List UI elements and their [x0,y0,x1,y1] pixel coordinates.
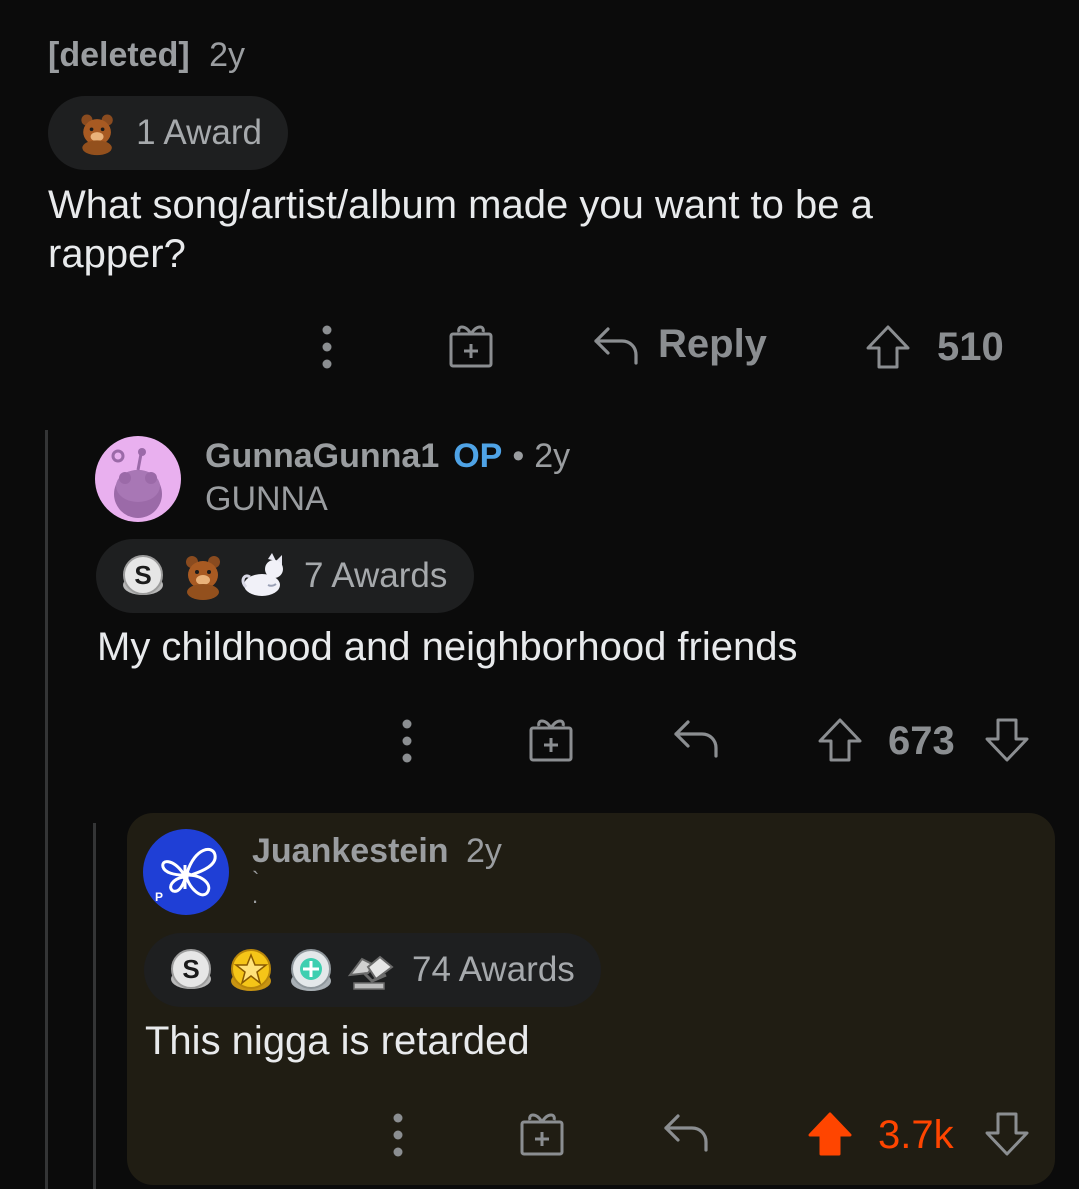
comment-2-more-button[interactable] [390,716,424,766]
thread-line-level-2[interactable] [93,823,96,1189]
silver-award-icon: S [171,949,211,989]
thread-line-level-1[interactable] [45,430,48,1189]
cat-award-icon [241,553,283,596]
comment-1-upvote-button[interactable] [864,324,912,370]
comment-3-award-button[interactable] [518,1108,566,1158]
comment-2-upvote-button[interactable] [816,717,864,763]
comment-3-username[interactable]: Juankestein [252,832,449,870]
comment-2-flair: GUNNA [205,480,328,518]
reply-arrow-icon [664,1114,708,1152]
comment-1-age: 2y [209,36,246,74]
platinum-award-icon [291,949,331,991]
comment-3-age: 2y [465,832,502,870]
comment-3-meta: Juankestein 2y [252,832,502,871]
comment-3-reply-button[interactable] [662,1110,710,1154]
comment-2-awards[interactable]: S 7 Awards [96,539,474,613]
reply-arrow-icon [674,720,718,758]
comment-3-upvote-button[interactable] [806,1111,854,1157]
comment-2-separator: • [512,437,525,475]
comment-2-avatar[interactable] [95,436,181,522]
comment-2-award-button[interactable] [527,714,575,764]
upvote-arrow-icon [866,325,910,369]
comment-3-awards-count: 74 Awards [412,950,575,989]
bear-award-icon [81,114,113,156]
comment-2-op-badge: OP [453,437,503,475]
more-options-icon [322,325,332,369]
comment-1-reply-label: Reply [658,322,767,366]
comment-3-body: This nigga is retarded [145,1019,530,1063]
comment-1-body-line-2: rapper? [48,232,186,276]
more-options-icon [402,719,412,763]
butterfly-avatar-icon: P [155,847,217,904]
comment-2-reply-button[interactable] [672,716,720,760]
comment-1-awards-count: 1 Award [136,113,262,152]
comment-2-age: 2y [534,437,571,475]
handshake-award-icon [347,955,394,990]
comment-3-awards[interactable]: S 74 Awards [144,933,601,1007]
svg-text:S: S [134,560,151,590]
comment-1-body-line-1: What song/artist/album made you want to … [48,183,873,227]
comment-1-meta: [deleted] 2y [48,36,245,75]
comment-2-awards-count: 7 Awards [304,556,448,595]
silver-award-icon: S [123,555,163,595]
comment-2-downvote-button[interactable] [983,717,1031,763]
gift-icon [449,325,493,368]
gift-icon [520,1113,564,1156]
svg-text:P: P [155,890,163,904]
comment-1-username[interactable]: [deleted] [48,36,190,74]
gift-icon [529,719,573,762]
comment-1-awards[interactable]: 1 Award [48,96,288,170]
upvote-arrow-icon [818,718,862,762]
svg-text:S: S [182,954,199,984]
comment-3-more-button[interactable] [381,1110,415,1160]
comment-3-downvote-button[interactable] [983,1111,1031,1157]
comment-2-meta: GunnaGunna1 OP • 2y [205,437,570,476]
comment-3-flair: ` . [252,867,260,908]
bear-award-icon [186,556,220,600]
comment-3-vote-count: 3.7k [878,1113,954,1157]
more-options-icon [393,1113,403,1157]
reply-arrow-icon [594,326,638,365]
gold-star-award-icon [231,949,271,991]
comment-1-more-button[interactable] [310,322,344,372]
upvote-filled-icon [808,1112,852,1156]
comment-2-body: My childhood and neighborhood friends [97,625,798,669]
comment-1-reply-button[interactable]: Reply [592,322,767,367]
snoo-avatar-icon [111,448,162,518]
comment-1-vote-count: 510 [937,325,1004,369]
comment-1-body: What song/artist/album made you want to … [48,181,1038,279]
comment-3-avatar[interactable]: P [143,829,229,915]
comment-2-vote-count: 673 [888,719,955,763]
downvote-arrow-icon [985,718,1029,762]
comment-2-username[interactable]: GunnaGunna1 [205,437,439,475]
downvote-arrow-icon [985,1112,1029,1156]
comment-1-award-button[interactable] [447,320,495,370]
